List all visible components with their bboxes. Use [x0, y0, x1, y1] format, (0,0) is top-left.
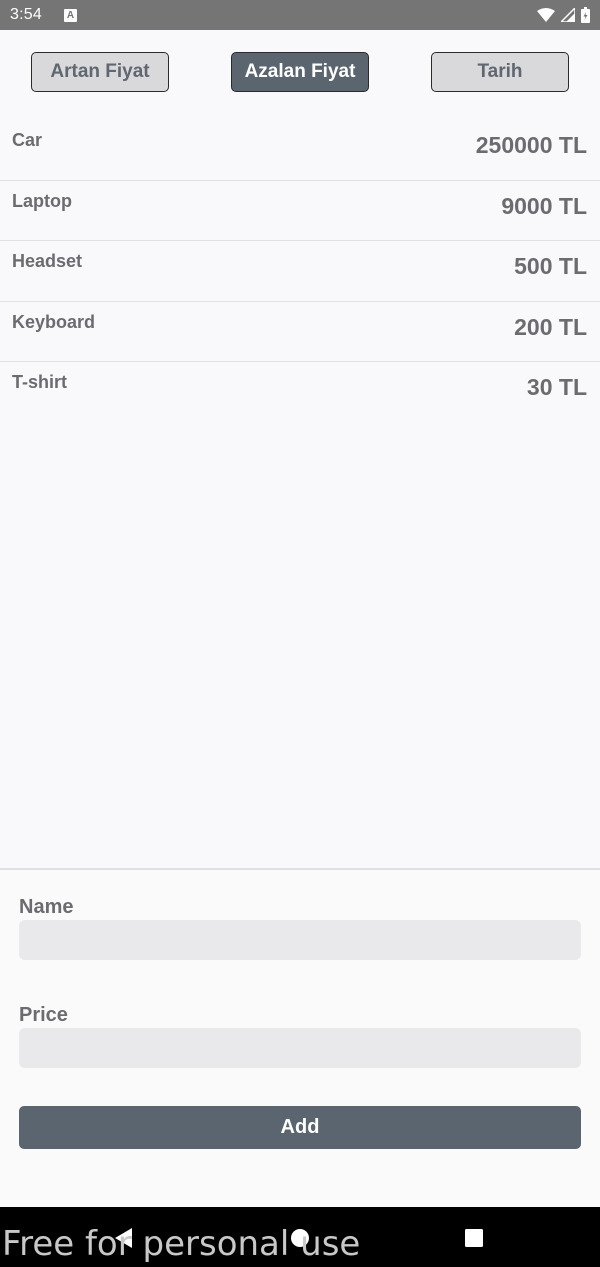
- status-bar: 3:54 A: [0, 0, 600, 30]
- list-item[interactable]: T-shirt 30 TL: [0, 362, 600, 423]
- battery-icon: [581, 7, 590, 23]
- product-price: 200 TL: [514, 313, 587, 340]
- product-name: Car: [12, 130, 43, 150]
- signal-icon: [561, 8, 575, 22]
- name-label: Name: [19, 896, 74, 918]
- product-price: 250000 TL: [475, 132, 587, 158]
- product-list: Car 250000 TL Laptop 9000 TL Headset 500…: [0, 120, 600, 423]
- product-price: 9000 TL: [501, 192, 587, 219]
- sort-button-row: Artan Fiyat Azalan Fiyat Tarih: [0, 52, 600, 92]
- recents-icon[interactable]: [465, 1229, 483, 1247]
- list-item[interactable]: Car 250000 TL: [0, 120, 600, 181]
- price-input[interactable]: [19, 1028, 581, 1068]
- list-item[interactable]: Laptop 9000 TL: [0, 180, 600, 242]
- status-time: 3:54: [10, 6, 42, 23]
- sort-ascending-price-button[interactable]: Artan Fiyat: [31, 52, 169, 92]
- price-label: Price: [19, 1004, 68, 1026]
- product-price: 30 TL: [526, 374, 587, 401]
- list-item[interactable]: Keyboard 200 TL: [0, 301, 600, 363]
- list-item[interactable]: Headset 500 TL: [0, 241, 600, 302]
- product-name: T-shirt: [12, 372, 68, 393]
- add-button[interactable]: Add: [19, 1106, 581, 1149]
- status-icons: [537, 7, 590, 23]
- name-input[interactable]: [19, 920, 581, 960]
- sort-date-button[interactable]: Tarih: [431, 52, 569, 92]
- product-name: Laptop: [12, 190, 72, 211]
- watermark: Free for personal use: [2, 1224, 361, 1264]
- product-price: 500 TL: [514, 253, 587, 280]
- product-name: Headset: [12, 251, 83, 272]
- add-product-form: Name Price Add: [0, 870, 600, 1207]
- product-name: Keyboard: [12, 311, 96, 332]
- sort-descending-price-button[interactable]: Azalan Fiyat: [231, 52, 369, 92]
- notification-a-icon: A: [63, 8, 77, 22]
- wifi-icon: [537, 8, 555, 22]
